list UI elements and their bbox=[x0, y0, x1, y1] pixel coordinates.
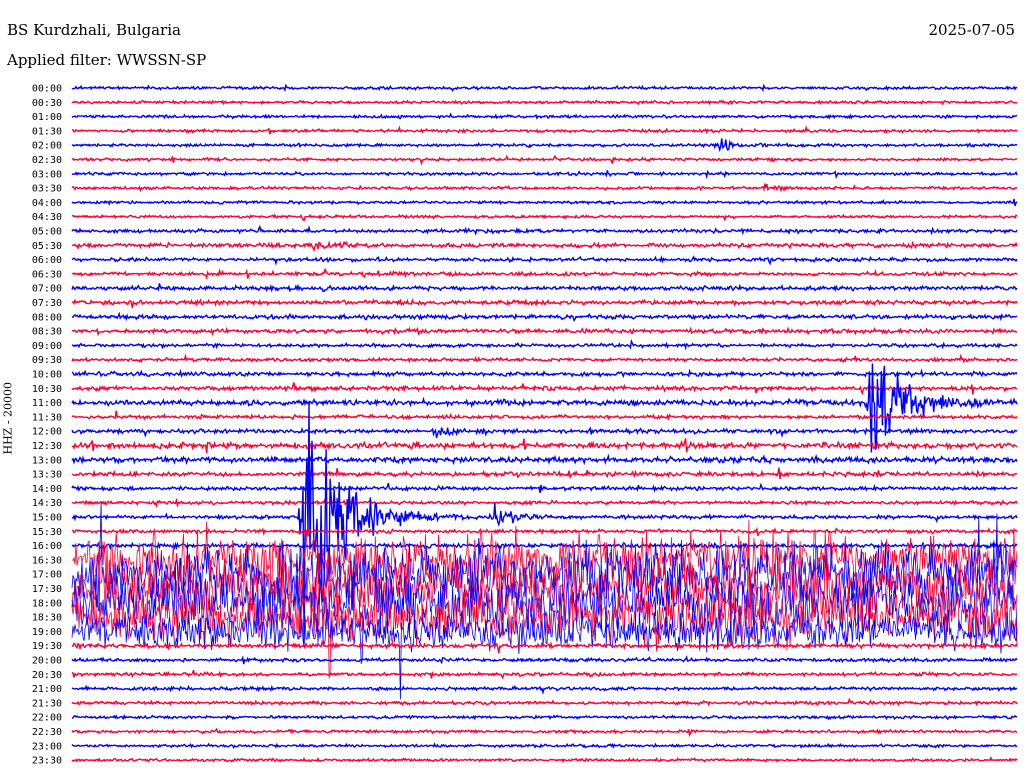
row-time-label: 14:00 bbox=[32, 484, 62, 495]
row-time-label: 18:00 bbox=[32, 598, 62, 609]
trace-row-2100 bbox=[71, 684, 1018, 696]
row-time-label: 17:30 bbox=[32, 584, 62, 595]
row-time-label: 06:30 bbox=[32, 269, 62, 280]
row-time-label: 04:30 bbox=[32, 212, 62, 223]
row-time-label: 08:30 bbox=[32, 327, 62, 338]
row-time-label: 03:30 bbox=[32, 184, 62, 195]
row-time-label: 17:00 bbox=[32, 570, 62, 581]
row-time-label: 02:00 bbox=[32, 141, 62, 152]
trace-row-1030 bbox=[71, 382, 1018, 396]
trace-row-0530 bbox=[71, 240, 1018, 253]
trace-row-2130 bbox=[71, 697, 1018, 707]
row-time-label: 15:00 bbox=[32, 513, 62, 524]
row-time-label: 05:00 bbox=[32, 227, 62, 238]
row-time-label: 09:30 bbox=[32, 355, 62, 366]
row-time-label: 12:30 bbox=[32, 441, 62, 452]
trace-row-1300 bbox=[71, 453, 1018, 466]
trace-row-0030 bbox=[71, 99, 1018, 106]
row-time-label: 13:30 bbox=[32, 470, 62, 481]
row-time-label: 21:00 bbox=[32, 684, 62, 695]
row-time-label: 07:00 bbox=[32, 284, 62, 295]
row-time-label: 15:30 bbox=[32, 527, 62, 538]
row-time-label: 06:00 bbox=[32, 255, 62, 266]
row-time-label: 16:30 bbox=[32, 555, 62, 566]
row-time-label: 07:30 bbox=[32, 298, 62, 309]
row-time-label: 04:00 bbox=[32, 198, 62, 209]
trace-row-1700 bbox=[71, 502, 1018, 612]
trace-row-0130 bbox=[71, 124, 1018, 135]
row-time-label: 16:00 bbox=[32, 541, 62, 552]
row-time-label: 05:30 bbox=[32, 241, 62, 252]
trace-row-0630 bbox=[72, 267, 1018, 281]
trace-row-1430 bbox=[71, 497, 1018, 509]
row-time-label: 13:00 bbox=[32, 455, 62, 466]
row-time-label: 12:00 bbox=[32, 427, 62, 438]
row-time-label: 09:00 bbox=[32, 341, 62, 352]
trace-row-0000 bbox=[71, 83, 1018, 93]
row-time-label: 20:00 bbox=[32, 656, 62, 667]
row-time-label: 22:30 bbox=[32, 727, 62, 738]
trace-row-0300 bbox=[71, 169, 1018, 180]
trace-row-0330 bbox=[71, 183, 1018, 193]
trace-row-2230 bbox=[71, 727, 1018, 738]
trace-row-1100 bbox=[71, 363, 1018, 453]
row-time-label: 01:00 bbox=[32, 112, 62, 123]
row-time-label: 21:30 bbox=[32, 698, 62, 709]
row-time-label: 19:00 bbox=[32, 627, 62, 638]
trace-row-0230 bbox=[71, 154, 1018, 166]
trace-row-0200 bbox=[71, 138, 1018, 153]
row-time-label: 11:30 bbox=[32, 412, 62, 423]
row-time-label: 03:00 bbox=[32, 169, 62, 180]
trace-row-0800 bbox=[71, 311, 1018, 322]
row-time-label: 11:00 bbox=[32, 398, 62, 409]
row-time-label: 14:30 bbox=[32, 498, 62, 509]
trace-row-1530 bbox=[71, 526, 1018, 539]
helicorder-plot: 00:00 00:30 01:00 01:30 02:00 02:30 03:00 03:30… bbox=[32, 83, 1018, 767]
trace-row-0400 bbox=[71, 198, 1018, 207]
row-time-label: 02:30 bbox=[32, 155, 62, 166]
row-time-label: 10:30 bbox=[32, 384, 62, 395]
trace-row-0100 bbox=[71, 112, 1018, 120]
trace-row-2030 bbox=[71, 669, 1018, 680]
row-time-label: 01:30 bbox=[32, 126, 62, 137]
row-time-label: 00:00 bbox=[32, 84, 62, 95]
row-time-label: 20:30 bbox=[32, 670, 62, 681]
row-time-label: 18:30 bbox=[32, 613, 62, 624]
trace-row-0700 bbox=[71, 283, 1018, 293]
trace-row-0430 bbox=[71, 213, 1018, 222]
trace-row-2330 bbox=[71, 756, 1018, 764]
trace-row-1000 bbox=[71, 368, 1018, 379]
row-time-label: 10:00 bbox=[32, 370, 62, 381]
row-time-label: 23:30 bbox=[32, 756, 62, 767]
trace-row-1330 bbox=[71, 467, 1018, 480]
trace-row-2000 bbox=[71, 655, 1018, 665]
row-time-label: 08:00 bbox=[32, 312, 62, 323]
trace-row-2300 bbox=[71, 742, 1018, 750]
row-time-label: 22:00 bbox=[32, 713, 62, 724]
trace-row-0900 bbox=[71, 338, 1018, 351]
row-time-label: 00:30 bbox=[32, 98, 62, 109]
trace-row-0830 bbox=[71, 326, 1017, 337]
trace-row-0930 bbox=[71, 353, 1018, 364]
row-time-label: 19:30 bbox=[32, 641, 62, 652]
row-time-label: 23:00 bbox=[32, 741, 62, 752]
trace-row-0500 bbox=[71, 224, 1018, 236]
trace-row-0730 bbox=[71, 297, 1018, 308]
trace-row-0600 bbox=[71, 255, 1018, 267]
trace-row-1400 bbox=[71, 482, 1018, 494]
trace-row-1600 bbox=[71, 541, 1018, 554]
trace-row-2200 bbox=[71, 713, 1018, 721]
